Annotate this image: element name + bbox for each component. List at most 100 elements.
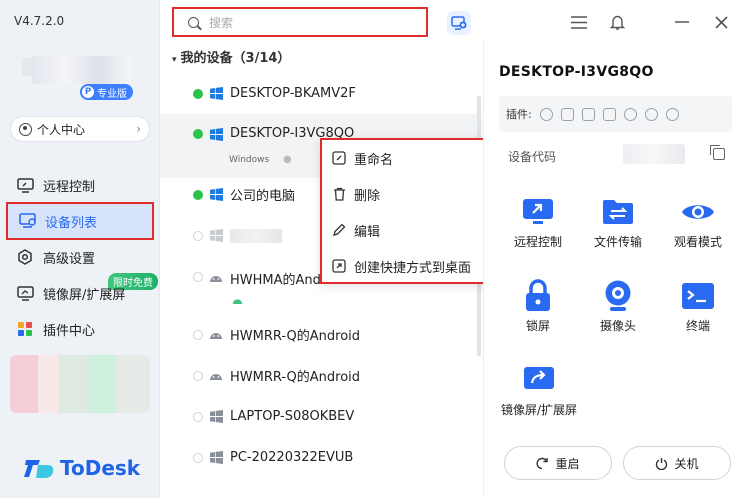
user-icon — [19, 122, 32, 136]
notification-button[interactable] — [607, 12, 627, 32]
device-context-menu: 重命名 删除 编辑 创建快捷方式到桌面 — [320, 138, 492, 284]
file-plugin-icon[interactable] — [602, 107, 616, 121]
promo-banner-blurred[interactable] — [10, 355, 150, 413]
device-name-blurred — [230, 228, 282, 243]
windows-icon — [209, 188, 223, 202]
minimize-icon — [675, 21, 689, 23]
offline-status-dot — [193, 370, 203, 381]
menu-item-label: 创建快捷方式到桌面 — [354, 260, 472, 276]
shutdown-button[interactable]: 关机 — [623, 446, 731, 480]
camera-icon — [601, 279, 635, 313]
sidebar-item-advanced-settings[interactable]: 高级设置 — [6, 240, 154, 274]
android-badge-icon — [232, 294, 243, 309]
sidebar-item-label: 设备列表 — [45, 215, 98, 231]
device-name: DESKTOP-BKAMV2F — [230, 86, 356, 101]
device-row[interactable]: PC-20220322EVUB — [160, 437, 482, 478]
offline-status-dot — [193, 272, 203, 282]
lock-icon — [521, 279, 555, 313]
search-placeholder: 搜索 — [209, 15, 234, 30]
menu-item-rename[interactable]: 重命名 — [322, 140, 490, 176]
eye-icon — [681, 195, 715, 229]
sidebar-item-label: 高级设置 — [43, 251, 96, 267]
close-icon — [714, 15, 728, 29]
feature-file-transfer[interactable]: 文件传输 — [581, 195, 655, 250]
globe-plugin-icon[interactable] — [665, 107, 679, 121]
sidebar: V4.7.2.0 P 专业版 个人中心 › 远程控制 设备列表 高级设置 限时免… — [0, 0, 160, 498]
copy-icon[interactable] — [710, 145, 725, 160]
device-row[interactable]: HWMRR-Q的Android — [160, 314, 482, 355]
offline-status-dot — [193, 452, 203, 463]
online-status-dot — [193, 88, 203, 99]
device-detail-title: DESKTOP-I3VG8QO — [499, 64, 654, 80]
sidebar-item-label: 远程控制 — [43, 179, 96, 195]
android-icon — [209, 369, 223, 383]
online-status-dot — [193, 129, 203, 139]
feature-label: 远程控制 — [513, 235, 562, 249]
device-row[interactable]: LAPTOP-S08OKBEV — [160, 396, 482, 437]
feature-terminal[interactable]: 终端 — [661, 279, 735, 334]
shutdown-label: 关机 — [674, 456, 699, 471]
minimize-button[interactable] — [672, 12, 692, 32]
add-device-icon — [451, 16, 467, 30]
restart-button[interactable]: 重启 — [504, 446, 612, 480]
offline-status-dot — [193, 230, 203, 241]
device-code-blurred — [623, 144, 685, 164]
chevron-down-icon: ▾ — [172, 55, 177, 65]
hamburger-icon — [571, 15, 587, 29]
feature-label: 镜像屏/扩展屏 — [500, 403, 578, 417]
menu-item-edit[interactable]: 编辑 — [322, 212, 490, 248]
feature-label: 终端 — [685, 319, 710, 333]
rename-icon — [332, 151, 346, 165]
add-device-button[interactable] — [447, 11, 471, 35]
image-plugin-icon[interactable] — [581, 107, 595, 121]
device-os-label: Windows — [229, 155, 270, 165]
menu-item-label: 删除 — [354, 188, 381, 204]
feature-mirror-screen[interactable]: 镜像屏/扩展屏 — [494, 363, 584, 418]
plugins-bar: 插件: — [499, 96, 732, 132]
menu-item-delete[interactable]: 删除 — [322, 176, 490, 212]
hexagon-plugin-icon[interactable] — [644, 107, 658, 121]
version-label: V4.7.2.0 — [14, 14, 65, 28]
close-button[interactable] — [711, 12, 731, 32]
android-icon — [209, 328, 223, 342]
menu-button[interactable] — [569, 12, 589, 32]
windows-icon — [209, 229, 223, 243]
pro-badge: P 专业版 — [80, 84, 133, 100]
todesk-logo: ToDesk — [24, 456, 140, 480]
sidebar-item-device-list[interactable]: 设备列表 — [6, 202, 154, 240]
device-row[interactable]: DESKTOP-BKAMV2F — [160, 73, 482, 114]
feature-remote-control[interactable]: 远程控制 — [501, 195, 575, 250]
windows-icon — [209, 410, 223, 424]
feature-label: 摄像头 — [599, 319, 636, 333]
device-detail-panel: DESKTOP-I3VG8QO 插件: 设备代码 远程控制 文件传输 观看模式 — [483, 40, 743, 498]
todesk-logo-icon — [24, 460, 54, 478]
device-name: 公司的电脑 — [230, 189, 296, 204]
bell-icon — [609, 15, 625, 30]
personal-center-label: 个人中心 — [37, 122, 86, 137]
sidebar-item-remote-control[interactable]: 远程控制 — [6, 168, 154, 202]
search-input[interactable]: 搜索 — [172, 7, 428, 37]
microphone-plugin-icon[interactable] — [623, 107, 637, 121]
pro-badge-icon: P — [82, 86, 94, 98]
device-group-header[interactable]: ▾ 我的设备（3/14） — [172, 47, 290, 66]
printer-plugin-icon[interactable] — [560, 107, 574, 121]
sidebar-item-plugin-center[interactable]: 插件中心 — [6, 312, 154, 346]
personal-center-button[interactable]: 个人中心 › — [10, 116, 150, 142]
shortcut-icon — [332, 259, 346, 273]
online-status-dot — [193, 189, 203, 200]
device-code-label: 设备代码 — [508, 150, 557, 164]
menu-item-create-shortcut[interactable]: 创建快捷方式到桌面 — [322, 248, 490, 284]
sidebar-item-label: 插件中心 — [43, 323, 96, 339]
device-row[interactable]: HWMRR-Q的Android — [160, 355, 482, 396]
file-transfer-icon — [601, 195, 635, 229]
feature-camera[interactable]: 摄像头 — [581, 279, 655, 334]
sidebar-item-mirror-screen[interactable]: 镜像屏/扩展屏 — [6, 276, 154, 310]
pro-badge-label: 专业版 — [97, 88, 127, 100]
feature-view-mode[interactable]: 观看模式 — [661, 195, 735, 250]
mirror-screen-icon — [522, 363, 556, 397]
gamepad-plugin-icon[interactable] — [539, 107, 553, 121]
device-name: LAPTOP-S08OKBEV — [230, 409, 355, 424]
feature-lock-screen[interactable]: 锁屏 — [501, 279, 575, 334]
restart-label: 重启 — [555, 456, 580, 471]
plugin-icon — [16, 320, 34, 338]
